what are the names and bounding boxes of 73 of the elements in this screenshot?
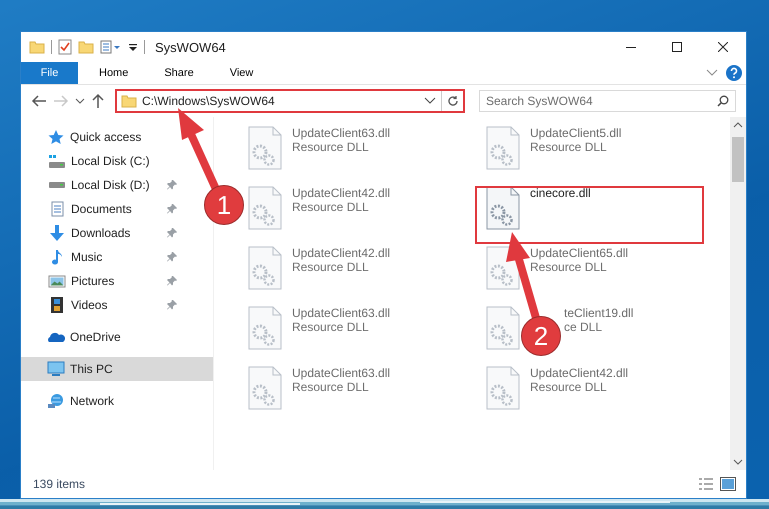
file-label[interactable]: teClient19.dll ce DLL [564,306,634,350]
file-gears-icon [486,306,520,350]
file-item[interactable]: UpdateClient5.dll Resource DLL [483,123,721,173]
ribbon-tab[interactable]: View [214,62,268,84]
pin-icon[interactable] [167,180,177,190]
file-gears-icon [248,306,282,350]
file-tab[interactable]: File [21,62,78,84]
file-gears-icon [248,126,282,170]
dropdown-icon[interactable] [128,42,138,52]
search-field[interactable]: Search SysWOW64 [479,90,736,112]
file-item[interactable]: UpdateClient63.dll Resource DLL [245,363,483,413]
recent-locations-button[interactable] [75,97,85,105]
scrollbar-thumb[interactable] [732,137,744,182]
sidebar-item[interactable]: Quick access [21,125,181,149]
close-icon [718,42,728,52]
drive-icon [48,182,66,188]
sidebar-item[interactable]: Documents [21,197,181,221]
file-item[interactable]: UpdateClient63.dll Resource DLL [245,123,483,173]
pin-icon[interactable] [167,300,177,310]
file-gears-icon [248,186,282,230]
chevron-up-icon [733,122,743,128]
file-item[interactable]: cinecore.dll [483,183,721,233]
sidebar-item[interactable]: Local Disk (D:) [21,173,181,197]
details-view-icon[interactable] [698,477,714,491]
monitor-icon [47,361,65,377]
chevron-down-icon[interactable] [424,97,436,105]
file-gears-icon [486,366,520,410]
window-title: SysWOW64 [155,40,226,54]
help-icon[interactable] [726,65,742,81]
drive-icon [48,154,66,168]
chevron-down-icon [733,459,743,465]
file-item[interactable]: UpdateClient42.dll Resource DLL [245,183,483,233]
file-gears-icon [486,186,520,230]
customize-toolbar-icon[interactable] [100,40,122,54]
up-arrow-icon [91,93,105,109]
sidebar-item[interactable]: Network [21,389,181,413]
sidebar-item[interactable]: This PC [21,357,213,381]
sidebar-item[interactable]: Local Disk (C:) [21,149,181,173]
film-icon [48,297,66,313]
ribbon-tab[interactable]: Home [84,62,144,84]
minimize-icon [626,46,636,48]
address-bar[interactable]: C:\Windows\SysWOW64 [115,89,465,113]
sidebar-item[interactable]: Videos [21,293,181,317]
up-button[interactable] [91,93,105,109]
forward-arrow-icon [53,94,69,108]
back-arrow-icon [31,94,47,108]
file-item[interactable]: UpdateClient63.dll Resource DLL [245,303,483,353]
file-gears-icon [248,246,282,290]
sidebar-item[interactable]: Downloads [21,221,181,245]
sidebar-item[interactable]: Pictures [21,269,181,293]
star-icon [47,129,65,145]
file-item[interactable]: UpdateClient42.dll Resource DLL [245,243,483,293]
pin-icon[interactable] [167,228,177,238]
pin-icon[interactable] [167,252,177,262]
file-gears-icon [486,126,520,170]
maximize-icon [672,42,682,52]
refresh-icon [446,95,458,107]
ribbon-tab[interactable]: Share [149,62,209,84]
sidebar-item[interactable]: Music [21,245,181,269]
globe-icon [47,393,65,409]
large-icons-view-icon[interactable] [720,477,736,491]
file-item[interactable]: UpdateClient42.dll Resource DLL [483,363,721,413]
pin-icon[interactable] [167,204,177,214]
sidebar-item[interactable]: OneDrive [21,325,181,349]
download-arrow-icon [48,225,66,241]
file-gears-icon [248,366,282,410]
search-icon [717,95,729,107]
back-button[interactable] [31,94,47,108]
picture-icon [48,273,66,289]
pin-icon[interactable] [167,276,177,286]
item-count: 139 items [33,477,86,491]
properties-icon[interactable] [58,39,72,55]
chevron-down-icon [75,97,85,105]
